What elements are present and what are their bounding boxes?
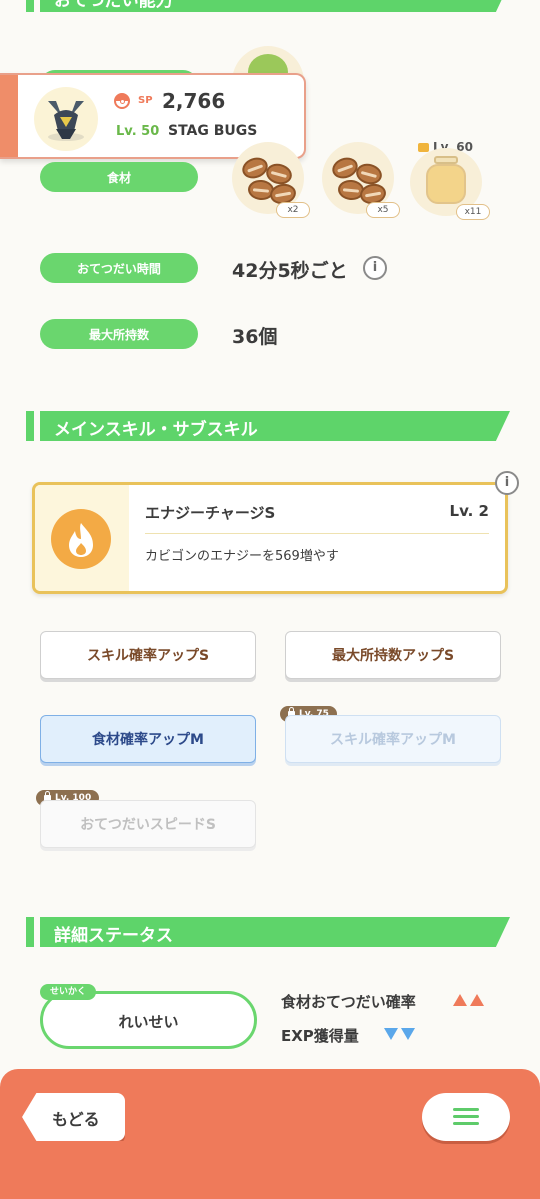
main-skill-description: カビゴンのエナジーを569増やす (145, 549, 339, 564)
sp-value: 2,766 (162, 89, 226, 113)
max-carry-label: 最大所持数 (40, 319, 198, 349)
pokemon-name: STAG BUGS (168, 123, 258, 139)
info-icon[interactable]: i (495, 471, 519, 495)
sub-skill-button[interactable]: 食材確率アップM (40, 715, 256, 763)
sp-label: SP (138, 95, 153, 106)
ingredient-qty: x5 (366, 202, 400, 218)
coffee-bean-icon (239, 154, 271, 182)
pokemon-avatar (34, 87, 98, 151)
section-title: メインスキル・サブスキル (54, 420, 258, 440)
section-title: おてつだい能力 (54, 0, 173, 11)
section-header-abilities: おてつだい能力 (26, 0, 510, 12)
pokeball-icon (114, 93, 130, 109)
main-skill-name: エナジーチャージS (145, 504, 276, 522)
pokemon-level: Lv. 50 (116, 124, 160, 139)
down-arrows-icon (384, 1028, 415, 1040)
ingredient-qty: x2 (276, 202, 310, 218)
bottom-bar: もどる (0, 1069, 540, 1199)
menu-button[interactable] (422, 1093, 510, 1141)
sub-skill-button[interactable]: スキル確率アップS (40, 631, 256, 679)
ingredient-coffee-2[interactable]: x5 (322, 142, 400, 218)
help-time-value: 42分5秒ごと (232, 260, 348, 282)
section-header-details: 詳細ステータス (26, 917, 510, 947)
info-icon[interactable]: i (363, 256, 387, 280)
ingredient-honey[interactable]: x11 (410, 148, 490, 220)
help-time-label: おてつだい時間 (40, 253, 198, 283)
back-label: もどる (52, 1110, 100, 1129)
hamburger-icon (453, 1108, 479, 1126)
skill-divider (145, 533, 489, 534)
main-skill-card[interactable]: エナジーチャージS Lv. 2 カビゴンのエナジーを569増やす (32, 482, 508, 594)
nature-up-stat: 食材おてつだい確率 (281, 993, 416, 1011)
ingredients-label: 食材 (40, 162, 198, 192)
max-carry-value: 36個 (232, 326, 278, 348)
back-button[interactable]: もどる (22, 1093, 125, 1141)
nature-tag: せいかく (40, 984, 97, 1000)
section-header-skills: メインスキル・サブスキル (26, 411, 510, 441)
honey-jar-icon (426, 156, 466, 206)
lock-icon (418, 142, 429, 152)
nature-down-stat: EXP獲得量 (281, 1027, 359, 1045)
sub-skill-button[interactable]: スキル確率アップM (285, 715, 501, 763)
coffee-bean-icon (329, 154, 361, 182)
nature-value: れいせい (118, 1013, 179, 1031)
ingredient-coffee-1[interactable]: x2 (232, 142, 310, 218)
section-title: 詳細ステータス (54, 926, 173, 946)
fire-icon (51, 509, 111, 569)
sub-skill-button[interactable]: おてつだいスピードS (40, 800, 256, 848)
ingredient-qty: x11 (456, 204, 490, 220)
up-arrows-icon (453, 994, 484, 1006)
main-skill-level: Lv. 2 (449, 502, 489, 520)
card-accent (0, 75, 18, 157)
sub-skill-button[interactable]: 最大所持数アップS (285, 631, 501, 679)
